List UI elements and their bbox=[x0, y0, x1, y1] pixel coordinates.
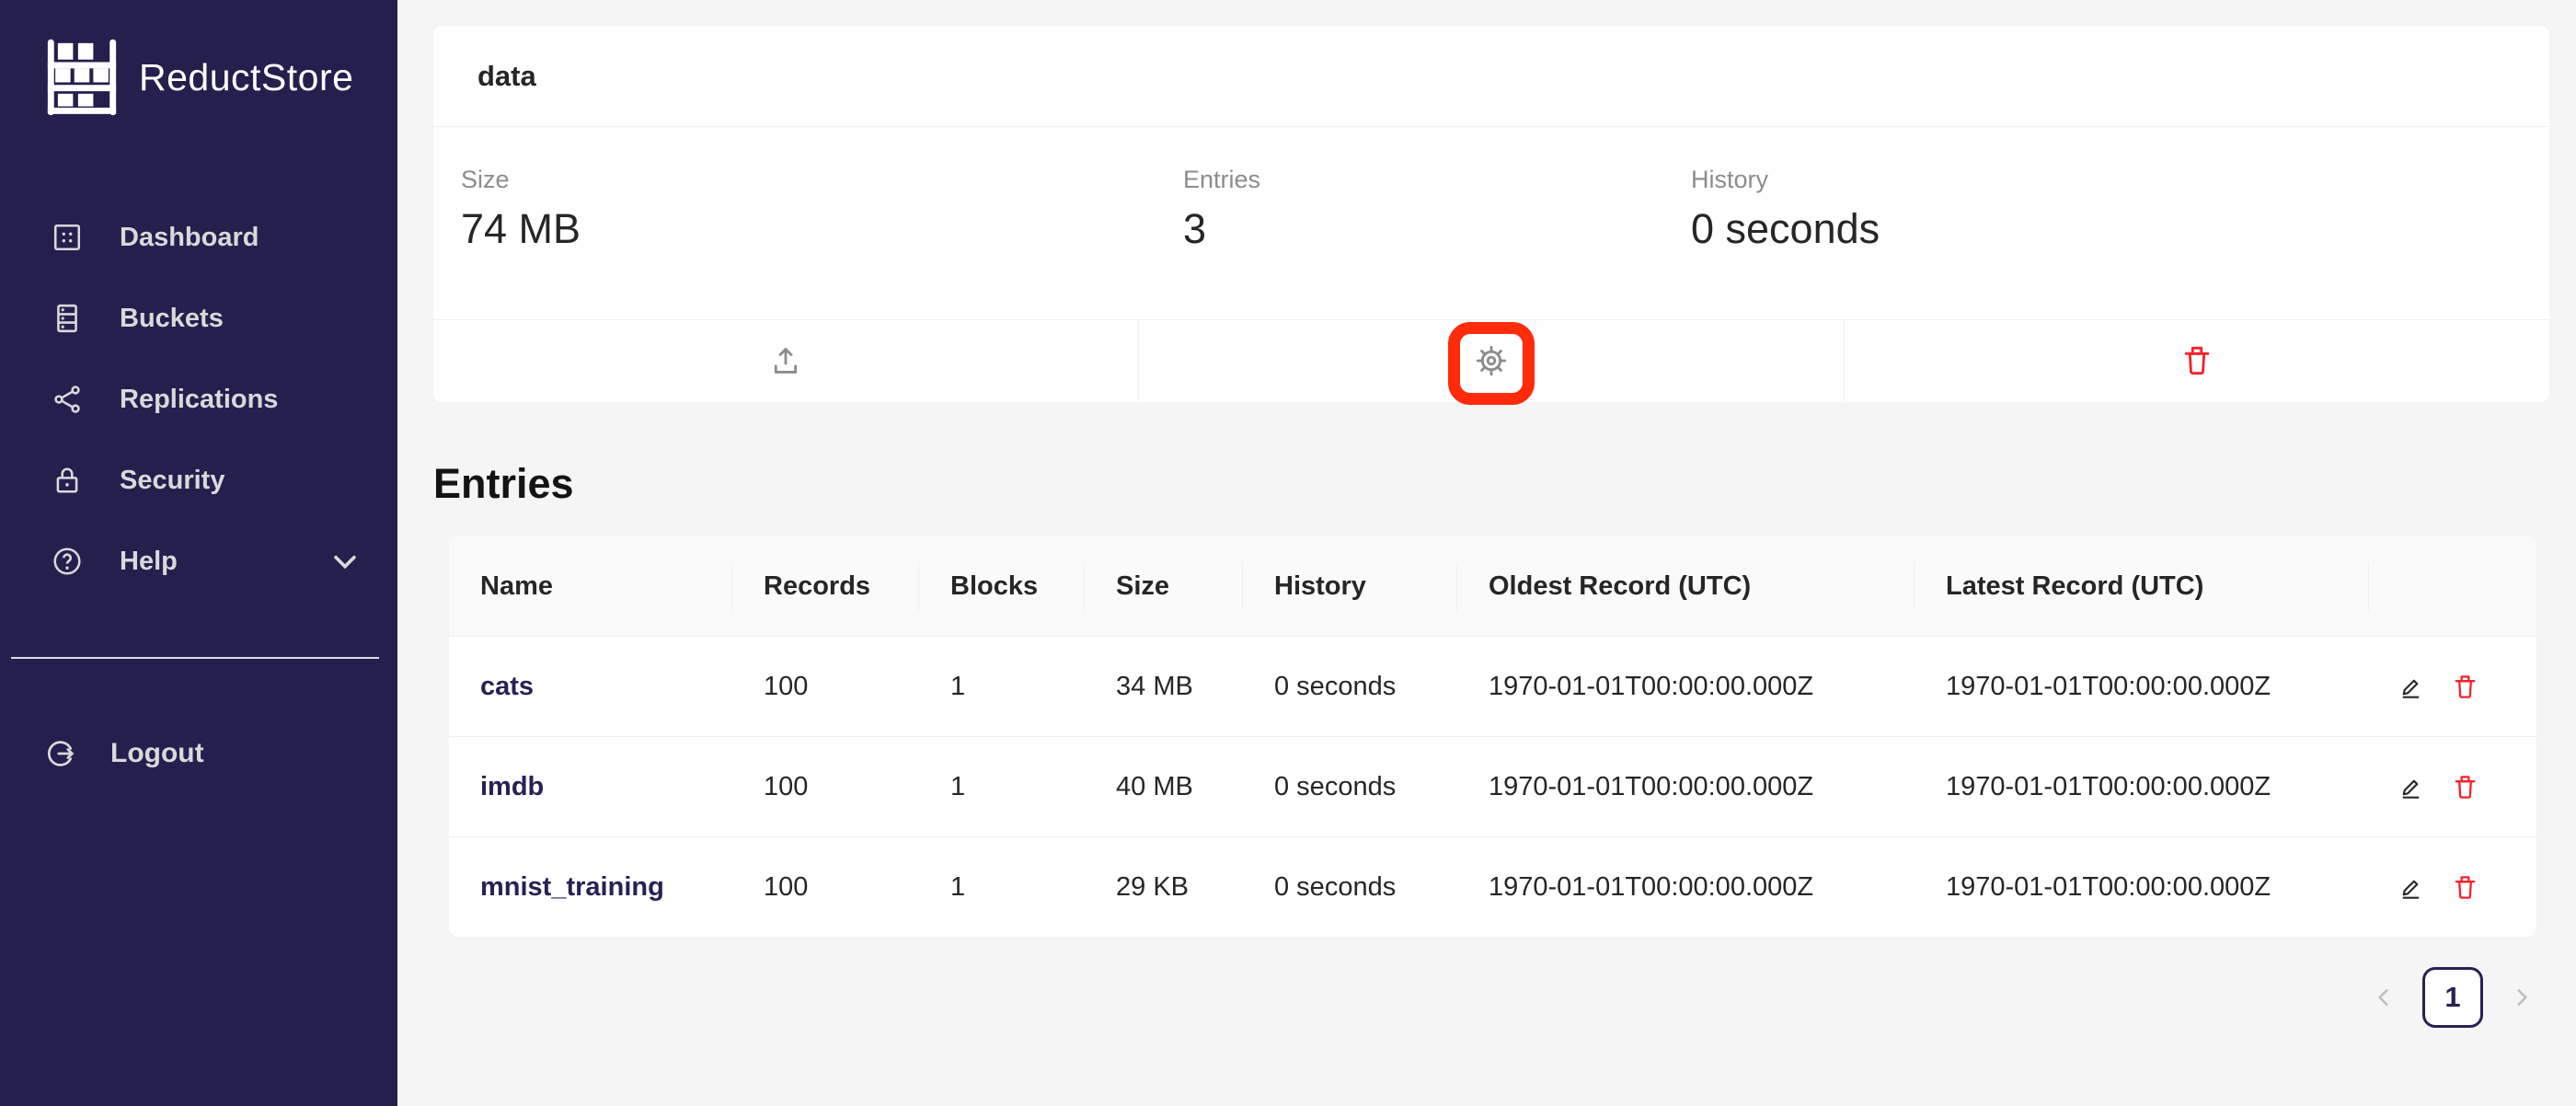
app-title: ReductStore bbox=[139, 56, 353, 99]
row-actions bbox=[2397, 773, 2479, 801]
pagination: 1 bbox=[2369, 967, 2536, 1028]
logout-button[interactable]: Logout bbox=[0, 713, 397, 794]
row-actions bbox=[2397, 673, 2479, 701]
stat-entries: Entries 3 bbox=[1183, 127, 1691, 319]
table-row: cats 100 1 34 MB 0 seconds 1970-01-01T00… bbox=[449, 637, 2536, 737]
cell-oldest: 1970-01-01T00:00:00.000Z bbox=[1457, 837, 1915, 937]
column-header-oldest: Oldest Record (UTC) bbox=[1457, 536, 1915, 636]
cell-records: 100 bbox=[732, 637, 919, 736]
sidebar-item-label: Replications bbox=[120, 385, 278, 415]
cell-history: 0 seconds bbox=[1243, 637, 1457, 736]
cell-oldest: 1970-01-01T00:00:00.000Z bbox=[1457, 637, 1915, 736]
entry-link[interactable]: mnist_training bbox=[480, 872, 664, 903]
delete-trash-icon[interactable] bbox=[2451, 673, 2479, 701]
upload-button[interactable] bbox=[433, 320, 1138, 401]
cell-blocks: 1 bbox=[919, 637, 1085, 736]
cell-records: 100 bbox=[732, 837, 919, 937]
delete-bucket-button[interactable] bbox=[1844, 320, 2549, 401]
sidebar-item-label: Security bbox=[120, 466, 224, 496]
sidebar: ReductStore Dashboard Buckets bbox=[0, 0, 397, 1106]
column-header-records: Records bbox=[732, 536, 919, 636]
cell-latest: 1970-01-01T00:00:00.000Z bbox=[1915, 837, 2369, 937]
sidebar-item-label: Help bbox=[120, 547, 178, 577]
next-page-button[interactable] bbox=[2507, 983, 2536, 1012]
delete-trash-icon[interactable] bbox=[2451, 873, 2479, 902]
table-row: mnist_training 100 1 29 KB 0 seconds 197… bbox=[449, 837, 2536, 937]
sidebar-item-dashboard[interactable]: Dashboard bbox=[0, 197, 397, 278]
logout-label: Logout bbox=[110, 738, 204, 769]
cell-history: 0 seconds bbox=[1243, 837, 1457, 937]
sidebar-item-buckets[interactable]: Buckets bbox=[0, 278, 397, 359]
row-actions bbox=[2397, 873, 2479, 902]
bucket-stats: Size 74 MB Entries 3 History 0 seconds bbox=[433, 127, 2549, 319]
lock-icon bbox=[52, 465, 83, 496]
edit-pencil-icon[interactable] bbox=[2397, 773, 2425, 801]
cell-size: 34 MB bbox=[1085, 637, 1243, 736]
stat-label: Entries bbox=[1183, 166, 1691, 194]
delete-trash-icon bbox=[2179, 343, 2214, 378]
cell-size: 29 KB bbox=[1085, 837, 1243, 937]
entries-section-title: Entries bbox=[433, 460, 574, 508]
chevron-right-icon bbox=[2510, 985, 2534, 1009]
entry-link[interactable]: imdb bbox=[480, 772, 544, 802]
cell-blocks: 1 bbox=[919, 837, 1085, 937]
column-header-latest: Latest Record (UTC) bbox=[1915, 536, 2369, 636]
column-header-history: History bbox=[1243, 536, 1457, 636]
cell-oldest: 1970-01-01T00:00:00.000Z bbox=[1457, 737, 1915, 836]
column-header-name: Name bbox=[449, 536, 732, 636]
cell-size: 40 MB bbox=[1085, 737, 1243, 836]
app-logo[interactable]: ReductStore bbox=[0, 0, 397, 118]
previous-page-button[interactable] bbox=[2369, 983, 2398, 1012]
shelf-rack-icon bbox=[41, 37, 122, 118]
edit-pencil-icon[interactable] bbox=[2397, 873, 2425, 902]
sidebar-item-label: Dashboard bbox=[120, 223, 259, 253]
sidebar-item-label: Buckets bbox=[120, 304, 224, 334]
buckets-icon bbox=[52, 303, 83, 334]
bucket-detail-card: data Size 74 MB Entries 3 History 0 seco… bbox=[433, 26, 2549, 402]
settings-button[interactable] bbox=[1138, 320, 1844, 401]
stat-label: History bbox=[1691, 166, 2549, 194]
entry-link[interactable]: cats bbox=[480, 672, 534, 702]
cell-history: 0 seconds bbox=[1243, 737, 1457, 836]
sidebar-item-security[interactable]: Security bbox=[0, 440, 397, 521]
entries-table: Name Records Blocks Size History Oldest … bbox=[449, 536, 2536, 937]
edit-pencil-icon[interactable] bbox=[2397, 673, 2425, 701]
stat-value: 74 MB bbox=[461, 205, 1183, 253]
sidebar-item-replications[interactable]: Replications bbox=[0, 359, 397, 440]
entries-table-header: Name Records Blocks Size History Oldest … bbox=[449, 536, 2536, 637]
cell-latest: 1970-01-01T00:00:00.000Z bbox=[1915, 737, 2369, 836]
chevron-down-icon bbox=[329, 546, 361, 577]
column-header-blocks: Blocks bbox=[919, 536, 1085, 636]
upload-icon bbox=[768, 343, 803, 378]
stat-label: Size bbox=[461, 166, 1183, 194]
chevron-left-icon bbox=[2372, 985, 2396, 1009]
stat-size: Size 74 MB bbox=[461, 127, 1183, 319]
bucket-actions-bar bbox=[433, 319, 2549, 401]
replications-share-icon bbox=[52, 384, 83, 415]
cell-blocks: 1 bbox=[919, 737, 1085, 836]
stat-value: 0 seconds bbox=[1691, 205, 2549, 253]
question-circle-icon bbox=[52, 546, 83, 577]
stat-history: History 0 seconds bbox=[1691, 127, 2549, 319]
stat-value: 3 bbox=[1183, 205, 1691, 253]
table-row: imdb 100 1 40 MB 0 seconds 1970-01-01T00… bbox=[449, 737, 2536, 837]
dashboard-icon bbox=[52, 222, 83, 253]
bucket-title: data bbox=[433, 26, 2549, 127]
logout-icon bbox=[44, 737, 77, 770]
cell-records: 100 bbox=[732, 737, 919, 836]
sidebar-nav: Dashboard Buckets Replications bbox=[0, 197, 397, 602]
page-number-button[interactable]: 1 bbox=[2422, 967, 2483, 1028]
sidebar-item-help[interactable]: Help bbox=[0, 521, 397, 602]
column-header-actions bbox=[2369, 536, 2536, 636]
settings-gear-icon bbox=[1474, 343, 1509, 378]
sidebar-divider bbox=[11, 657, 379, 659]
cell-latest: 1970-01-01T00:00:00.000Z bbox=[1915, 637, 2369, 736]
column-header-size: Size bbox=[1085, 536, 1243, 636]
delete-trash-icon[interactable] bbox=[2451, 773, 2479, 801]
